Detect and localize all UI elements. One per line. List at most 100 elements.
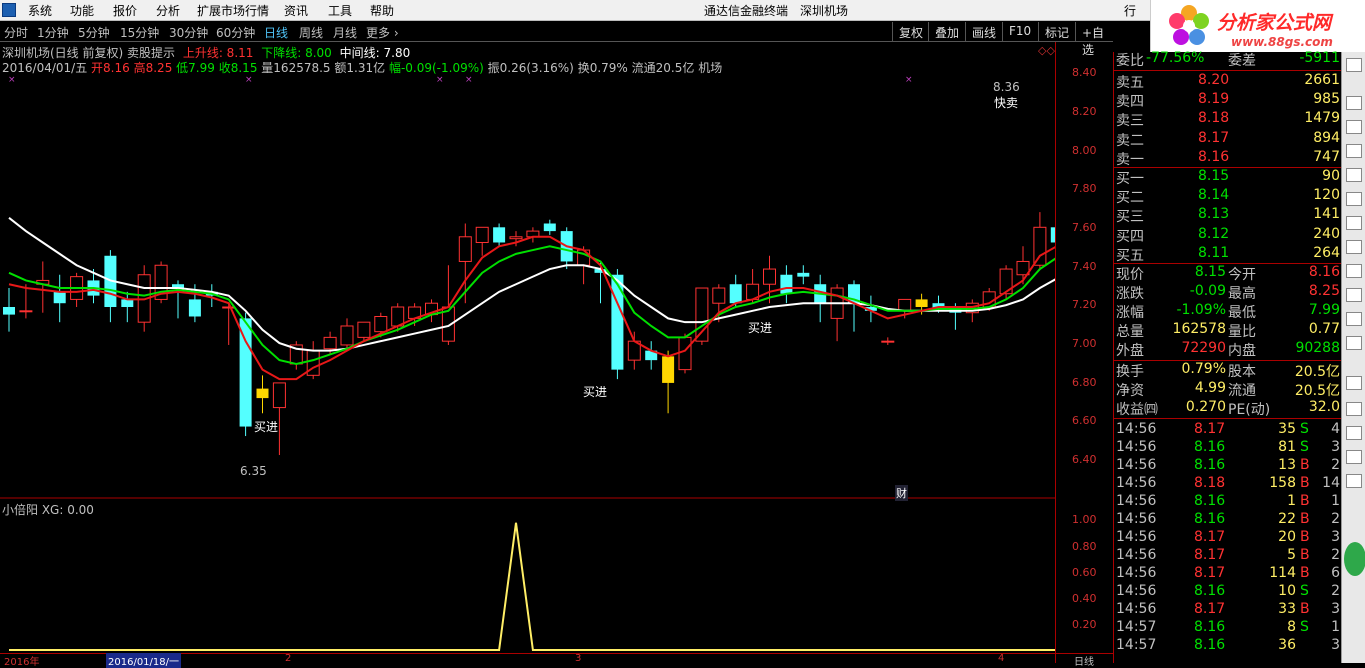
period-1min[interactable]: 1分钟 [37,24,69,41]
app-icon[interactable] [2,3,16,17]
tick-row[interactable]: 14:56 8.16 1 B 1 [1116,493,1340,511]
period-intraday[interactable]: 分时 [4,24,28,41]
tick-row[interactable]: 14:56 8.18 158 B 14 [1116,475,1340,493]
period-5min[interactable]: 5分钟 [78,24,110,41]
period-monthly[interactable]: 月线 [333,24,357,41]
tool-list-icon[interactable] [1346,96,1362,110]
tick-price: 8.17 [1194,529,1226,545]
tick-row[interactable]: 14:56 8.17 33 B 3 [1116,601,1340,619]
menu-system[interactable]: 系统 [28,2,52,19]
tool-trend-icon[interactable] [1346,264,1362,278]
add-watchlist-button[interactable]: +自选 [1075,22,1113,57]
stat-label: 量比 [1228,324,1256,340]
menu-extra[interactable]: 行 [1124,2,1136,19]
kline-chart[interactable]: × × × × × [0,42,1055,653]
menu-news[interactable]: 资讯 [284,2,308,19]
tick-volume: 20 [1278,529,1296,545]
tool-obv-icon[interactable] [1346,474,1362,488]
tool-boll-icon[interactable] [1346,426,1362,440]
tool-table-icon[interactable] [1346,192,1362,206]
weibi-row[interactable]: 委比 -77.56% 委差 -5911 [1116,50,1340,69]
period-weekly[interactable]: 周线 [299,24,323,41]
fund-row[interactable]: 收益㈣ 0.270 PE(动) 32.0 [1116,399,1340,418]
stat-label: 现价 [1116,267,1144,283]
draw-button[interactable]: 画线 [965,22,1002,41]
ask-price: 8.19 [1198,91,1230,108]
mark-button[interactable]: 标记 [1038,22,1075,41]
ask-row[interactable]: 卖二 8.17 894 [1116,130,1340,149]
finance-marker[interactable]: 财 [895,485,908,501]
stat-value: 7.99 [1308,302,1340,318]
bid-row[interactable]: 买五 8.11 264 [1116,245,1340,264]
stat-row[interactable]: 涨幅 -1.09% 最低 7.99 [1116,302,1340,321]
bid-row[interactable]: 买一 8.15 90 [1116,168,1340,187]
buy-signal-label-3: 买进 [748,321,773,335]
tool-rsi-icon[interactable] [1346,376,1362,390]
tool-line-icon[interactable] [1346,144,1362,158]
tick-row[interactable]: 14:56 8.17 35 S 4 [1116,421,1340,439]
tick-row[interactable]: 14:56 8.16 81 S 3 [1116,439,1340,457]
menu-help[interactable]: 帮助 [370,2,394,19]
ask-row[interactable]: 卖五 8.20 2661 [1116,72,1340,91]
tick-row[interactable]: 14:56 8.16 13 B 2 [1116,457,1340,475]
tick-row[interactable]: 14:56 8.17 114 B 6 [1116,565,1340,583]
tool-kdj-icon[interactable] [1346,402,1362,416]
stat-value: 8.16 [1308,264,1340,280]
tool-kline-icon[interactable] [1346,168,1362,182]
stat-label: 涨幅 [1116,305,1144,321]
tool-wave-icon[interactable] [1346,288,1362,302]
ask-row[interactable]: 卖三 8.18 1479 [1116,110,1340,129]
divider [1113,418,1341,419]
bid-row[interactable]: 买二 8.14 120 [1116,187,1340,206]
stat-row[interactable]: 外盘 72290 内盘 90288 [1116,340,1340,359]
menu-tools[interactable]: 工具 [328,2,352,19]
stat-row[interactable]: 涨跌 -0.09 最高 8.25 [1116,283,1340,302]
tool-close-icon[interactable] [1346,58,1362,72]
tool-macd-icon[interactable] [1346,336,1362,350]
float-ball-icon[interactable] [1344,542,1365,576]
stat-row[interactable]: 现价 8.15 今开 8.16 [1116,264,1340,283]
fund-row[interactable]: 净资 4.99 流通 20.5亿 [1116,380,1340,399]
tick-volume: 10 [1278,583,1296,599]
ask-label: 卖一 [1116,151,1144,168]
price-tick: 6.60 [1072,414,1097,427]
ask-row[interactable]: 卖四 8.19 985 [1116,91,1340,110]
menu-extended-market[interactable]: 扩展市场行情 [197,2,269,19]
stat-value: 162578 [1172,321,1226,337]
tick-row[interactable]: 14:57 8.16 36 3 [1116,637,1340,655]
event-marker: × [465,75,473,85]
f10-button[interactable]: F10 [1002,22,1038,41]
period-30min[interactable]: 30分钟 [169,24,208,41]
tick-row[interactable]: 14:56 8.16 22 B 2 [1116,511,1340,529]
menu-analysis[interactable]: 分析 [156,2,180,19]
overlay-button[interactable]: 叠加 [928,22,965,41]
period-more[interactable]: 更多 › [366,24,399,41]
tool-vol-icon[interactable] [1346,312,1362,326]
tool-grid-icon[interactable] [1346,216,1362,230]
ask-row[interactable]: 卖一 8.16 747 [1116,149,1340,168]
fund-label: 收益㈣ [1116,402,1158,418]
tick-row[interactable]: 14:56 8.17 20 B 3 [1116,529,1340,547]
bid-row[interactable]: 买四 8.12 240 [1116,226,1340,245]
stat-value: 90288 [1295,340,1340,356]
tick-row[interactable]: 14:56 8.16 10 S 2 [1116,583,1340,601]
tool-chart-icon[interactable] [1346,120,1362,134]
tick-price: 8.16 [1194,439,1226,455]
time-tick: 3 [575,653,582,664]
fund-row[interactable]: 换手 0.79% 股本 20.5亿 [1116,361,1340,380]
tick-row[interactable]: 14:57 8.16 8 S 1 [1116,619,1340,637]
candle-body [340,325,354,346]
period-60min[interactable]: 60分钟 [216,24,255,41]
candle-body [222,306,236,309]
tick-volume: 5 [1287,547,1296,563]
menu-quote[interactable]: 报价 [113,2,137,19]
period-15min[interactable]: 15分钟 [120,24,159,41]
bid-row[interactable]: 买三 8.13 141 [1116,206,1340,225]
tick-row[interactable]: 14:56 8.17 5 B 2 [1116,547,1340,565]
stat-row[interactable]: 总量 162578 量比 0.77 [1116,321,1340,340]
tool-dmi-icon[interactable] [1346,450,1362,464]
period-daily[interactable]: 日线 [264,24,288,41]
adjust-button[interactable]: 复权 [892,22,928,41]
tool-bar-icon[interactable] [1346,240,1362,254]
menu-function[interactable]: 功能 [70,2,94,19]
